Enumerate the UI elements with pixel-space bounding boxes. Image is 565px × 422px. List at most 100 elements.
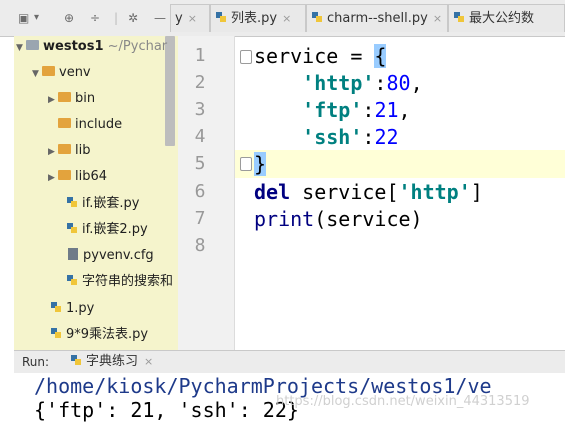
project-toolbar: ▣ ▾ ⊕ ÷ | ✲ —	[14, 6, 184, 30]
code-line-3[interactable]: 'ftp':21,	[254, 96, 410, 124]
tree-item-lib64[interactable]: ▶ lib64	[48, 168, 107, 187]
tab-partial-label: y	[175, 11, 183, 26]
python-file-icon	[216, 12, 226, 22]
identifier: service[	[290, 180, 399, 204]
watermark: https://blog.csdn.net/weixin_44313519	[276, 394, 530, 409]
tree-item-label: venv	[59, 65, 91, 80]
tree-item-1py[interactable]: 1.py	[50, 300, 94, 318]
tree-item-label: 字符串的搜索和	[82, 274, 174, 289]
code-line-4[interactable]: 'ssh':22	[254, 123, 399, 151]
sync-icon[interactable]: ⊕	[64, 9, 74, 27]
editor-tab-bar: ▣ ▾ ⊕ ÷ | ✲ — y × 列表.py × charm--shell.py ×…	[0, 0, 565, 37]
chevron-right-icon[interactable]: ▶	[48, 169, 58, 187]
number-literal: 80	[386, 71, 411, 95]
tree-item-label: lib64	[75, 169, 108, 184]
tree-item-multiplication[interactable]: 9*9乘法表.py	[50, 326, 148, 344]
string-literal: 'http'	[398, 180, 471, 204]
number-literal: 22	[374, 125, 399, 149]
brace: {	[374, 44, 387, 68]
fold-marker-icon[interactable]	[240, 157, 252, 171]
close-icon[interactable]: ×	[144, 355, 153, 368]
caret-line-highlight	[235, 150, 565, 178]
chevron-down-icon[interactable]: ▼	[16, 39, 26, 57]
identifier: (service)	[314, 207, 423, 231]
tab-gcd[interactable]: 最大公约数	[448, 4, 565, 32]
folder-link-icon	[58, 170, 71, 180]
builtin: print	[254, 207, 315, 231]
line-number: 8	[194, 235, 206, 256]
code-line-5[interactable]: }	[254, 150, 267, 178]
line-number: 3	[194, 99, 206, 120]
tree-item-string-search[interactable]: 字符串的搜索和	[66, 273, 173, 291]
line-number: 7	[194, 208, 206, 229]
output-result: {'ftp': 21, 'ssh': 22}	[34, 398, 299, 422]
view-dropdown-icon[interactable]: ▾	[34, 9, 39, 27]
tree-item-label: if.嵌套.py	[82, 196, 140, 211]
string-literal: 'ssh'	[302, 125, 363, 149]
code-line-1[interactable]: service = {	[254, 42, 387, 70]
line-number: 5	[194, 153, 206, 174]
tree-item-label: pyvenv.cfg	[83, 248, 154, 263]
operator: =	[338, 44, 375, 68]
close-icon[interactable]: ×	[433, 12, 442, 25]
tab-charm-shell[interactable]: charm--shell.py ×	[306, 4, 448, 32]
tree-item-label: lib	[75, 143, 91, 158]
tab-charm-shell-label: charm--shell.py	[327, 11, 428, 26]
line-number: 6	[194, 181, 206, 202]
close-icon[interactable]: ×	[188, 12, 197, 25]
tree-item-label: 1.py	[66, 301, 95, 316]
tree-item-label: 9*9乘法表.py	[66, 327, 149, 342]
brace: }	[254, 152, 267, 176]
identifier: service	[254, 44, 339, 68]
python-file-icon	[454, 12, 464, 22]
tree-item-label: if.嵌套2.py	[82, 222, 148, 237]
python-file-icon	[51, 328, 61, 338]
hide-icon[interactable]: —	[154, 9, 166, 27]
collapse-icon[interactable]: ÷	[90, 9, 100, 27]
project-view-icon[interactable]: ▣	[18, 9, 29, 27]
tree-item-bin[interactable]: ▶ bin	[48, 90, 95, 109]
tree-item-if-nested[interactable]: if.嵌套.py	[66, 195, 139, 213]
tree-item-if-nested2[interactable]: if.嵌套2.py	[66, 221, 148, 239]
python-file-icon	[67, 275, 77, 285]
python-file-icon	[67, 223, 77, 233]
root-path: ~/Pychar	[107, 39, 168, 54]
tree-item-venv[interactable]: ▼ venv	[32, 64, 91, 83]
project-panel	[14, 36, 178, 350]
tree-item-include[interactable]: include	[58, 116, 122, 134]
tree-item-lib[interactable]: ▶ lib	[48, 142, 90, 161]
python-file-icon	[71, 355, 81, 365]
tab-partial[interactable]: y ×	[170, 4, 210, 32]
tab-gcd-label: 最大公约数	[469, 11, 535, 26]
toolbar-divider: |	[114, 11, 119, 25]
tab-list-label: 列表.py	[231, 11, 278, 26]
code-line-2[interactable]: 'http':80,	[254, 69, 422, 97]
folder-icon	[58, 144, 71, 154]
number-literal: 21	[374, 98, 399, 122]
fold-marker-icon[interactable]	[240, 50, 252, 64]
config-file-icon	[68, 248, 78, 260]
folder-icon	[42, 66, 55, 76]
gear-icon[interactable]: ✲	[128, 9, 138, 27]
run-label: Run:	[22, 355, 50, 369]
run-tab[interactable]: 字典练习 ×	[70, 351, 153, 373]
tab-list[interactable]: 列表.py ×	[210, 4, 306, 32]
tree-root[interactable]: ▼ westos1 ~/Pychar	[16, 38, 167, 57]
line-number: 4	[194, 126, 206, 147]
chevron-down-icon[interactable]: ▼	[32, 65, 42, 83]
tree-item-label: bin	[75, 91, 96, 106]
chevron-right-icon[interactable]: ▶	[48, 91, 58, 109]
folder-icon	[58, 92, 71, 102]
chevron-right-icon[interactable]: ▶	[48, 143, 58, 161]
code-line-7[interactable]: print(service)	[254, 205, 423, 233]
tree-item-label: include	[75, 117, 123, 132]
tree-item-pyvenv[interactable]: pyvenv.cfg	[68, 247, 154, 265]
run-tab-label: 字典练习	[86, 354, 139, 369]
line-number: 1	[194, 45, 206, 66]
line-number: 2	[194, 72, 206, 93]
code-line-6[interactable]: del service['http']	[254, 178, 483, 206]
close-icon[interactable]: ×	[282, 12, 291, 25]
root-name: westos1	[43, 39, 104, 54]
string-literal: 'http'	[302, 71, 375, 95]
run-toolbar: Run: 字典练习 ×	[14, 350, 565, 374]
